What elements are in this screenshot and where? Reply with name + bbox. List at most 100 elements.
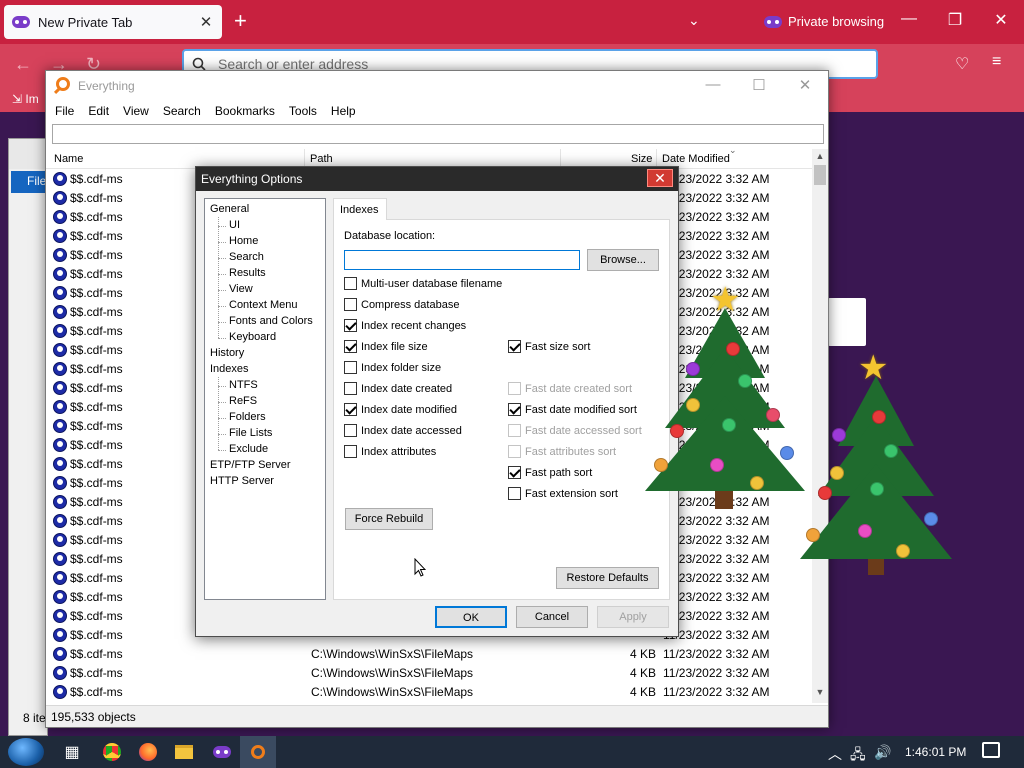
checkbox-fast-date-accessed-sort[interactable]: Fast date accessed sort	[508, 424, 642, 437]
checkbox-fast-date-modified-sort[interactable]: Fast date modified sort	[508, 403, 637, 416]
firefox-private-icon[interactable]	[204, 736, 240, 768]
show-hidden-icons-chevron-icon[interactable]: ︿	[828, 744, 842, 764]
database-location-input[interactable]	[344, 250, 580, 270]
tree-item-history[interactable]: History	[210, 347, 244, 359]
tree-item-http-server[interactable]: HTTP Server	[210, 475, 274, 487]
checkbox-box[interactable]	[344, 361, 357, 374]
column-name[interactable]: Name	[54, 153, 83, 165]
scroll-up-icon[interactable]: ▲	[812, 151, 828, 161]
checkbox-box[interactable]	[508, 382, 521, 395]
checkbox-box[interactable]	[508, 466, 521, 479]
network-icon[interactable]: 🖧	[850, 744, 866, 768]
checkbox-box[interactable]	[508, 424, 521, 437]
tree-item-general[interactable]: General	[210, 203, 249, 215]
close-button[interactable]: ✕	[647, 169, 673, 187]
checkbox-multi-user-database-filename[interactable]: Multi-user database filename	[344, 277, 502, 290]
browse-button[interactable]: Browse...	[587, 249, 659, 271]
scroll-thumb[interactable]	[814, 165, 826, 185]
menu-help[interactable]: Help	[331, 104, 356, 118]
checkbox-fast-extension-sort[interactable]: Fast extension sort	[508, 487, 618, 500]
pocket-icon[interactable]: ♡	[955, 54, 969, 74]
action-center-icon[interactable]	[982, 742, 1000, 758]
column-path[interactable]: Path	[310, 153, 333, 165]
checkbox-index-recent-changes[interactable]: Index recent changes	[344, 319, 466, 332]
firefox-icon[interactable]	[130, 736, 166, 768]
menu-icon[interactable]: ≡	[992, 53, 1001, 71]
checkbox-box[interactable]	[344, 340, 357, 353]
force-rebuild-button[interactable]: Force Rebuild	[345, 508, 433, 530]
checkbox-index-date-created[interactable]: Index date created	[344, 382, 452, 395]
column-size[interactable]: Size	[631, 153, 652, 165]
file-explorer-icon[interactable]	[166, 736, 202, 768]
tree-item-search[interactable]: Search	[229, 251, 264, 263]
import-bookmarks-link[interactable]: ⇲ Im	[12, 92, 39, 106]
tree-item-context-menu[interactable]: Context Menu	[229, 299, 297, 311]
tree-item-fonts-and-colors[interactable]: Fonts and Colors	[229, 315, 313, 327]
tree-item-ui[interactable]: UI	[229, 219, 240, 231]
close-icon[interactable]: ✕	[790, 76, 820, 94]
checkbox-index-file-size[interactable]: Index file size	[344, 340, 428, 353]
minimize-icon[interactable]: —	[698, 76, 728, 93]
menu-tools[interactable]: Tools	[289, 104, 317, 118]
tab-indexes[interactable]: Indexes	[333, 198, 387, 220]
checkbox-fast-path-sort[interactable]: Fast path sort	[508, 466, 592, 479]
tree-item-ntfs[interactable]: NTFS	[229, 379, 258, 391]
new-tab-button[interactable]: +	[234, 8, 247, 34]
menu-bookmarks[interactable]: Bookmarks	[215, 104, 275, 118]
scroll-down-icon[interactable]: ▼	[812, 687, 828, 697]
tree-item-refs[interactable]: ReFS	[229, 395, 257, 407]
minimize-icon[interactable]: —	[894, 10, 924, 28]
tree-item-home[interactable]: Home	[229, 235, 258, 247]
checkbox-index-date-accessed[interactable]: Index date accessed	[344, 424, 462, 437]
checkbox-fast-size-sort[interactable]: Fast size sort	[508, 340, 590, 353]
task-view-icon[interactable]: ▦	[54, 736, 90, 768]
checkbox-box[interactable]	[344, 298, 357, 311]
chrome-icon[interactable]	[94, 736, 130, 768]
tree-item-indexes[interactable]: Indexes	[210, 363, 249, 375]
checkbox-box[interactable]	[344, 319, 357, 332]
windows-start-orb-icon[interactable]	[8, 738, 44, 766]
restore-icon[interactable]: ❐	[940, 10, 970, 30]
checkbox-compress-database[interactable]: Compress database	[344, 298, 459, 311]
tree-item-keyboard[interactable]: Keyboard	[229, 331, 276, 343]
ok-button[interactable]: OK	[435, 606, 507, 628]
tree-item-etp-ftp-server[interactable]: ETP/FTP Server	[210, 459, 290, 471]
checkbox-index-attributes[interactable]: Index attributes	[344, 445, 436, 458]
checkbox-box[interactable]	[344, 424, 357, 437]
maximize-icon[interactable]: ☐	[744, 76, 774, 94]
tree-item-results[interactable]: Results	[229, 267, 266, 279]
checkbox-box[interactable]	[508, 445, 521, 458]
checkbox-index-date-modified[interactable]: Index date modified	[344, 403, 457, 416]
checkbox-fast-date-created-sort[interactable]: Fast date created sort	[508, 382, 632, 395]
tab-list-chevron-icon[interactable]: ⌄	[688, 12, 700, 29]
checkbox-fast-attributes-sort[interactable]: Fast attributes sort	[508, 445, 616, 458]
browser-tab[interactable]: New Private Tab ✕	[4, 5, 222, 39]
checkbox-box[interactable]	[344, 403, 357, 416]
menu-edit[interactable]: Edit	[88, 104, 109, 118]
table-row[interactable]: $$.cdf-ms C:\Windows\WinSxS\FileMaps 4 KB 1…	[46, 682, 812, 701]
menu-view[interactable]: View	[123, 104, 149, 118]
tab-close-icon[interactable]: ✕	[198, 13, 214, 31]
column-date-modified[interactable]: Date Modified	[662, 153, 730, 165]
apply-button[interactable]: Apply	[597, 606, 669, 628]
menu-search[interactable]: Search	[163, 104, 201, 118]
cancel-button[interactable]: Cancel	[516, 606, 588, 628]
table-row[interactable]: $$.cdf-ms C:\Windows\WinSxS\FileMaps 4 KB 1…	[46, 663, 812, 682]
checkbox-box[interactable]	[344, 445, 357, 458]
clock[interactable]: 1:46:01 PM	[905, 745, 966, 759]
checkbox-box[interactable]	[508, 487, 521, 500]
tree-item-file-lists[interactable]: File Lists	[229, 427, 272, 439]
tree-item-folders[interactable]: Folders	[229, 411, 266, 423]
checkbox-box[interactable]	[344, 382, 357, 395]
tree-item-view[interactable]: View	[229, 283, 253, 295]
close-icon[interactable]: ✕	[986, 10, 1016, 30]
checkbox-box[interactable]	[508, 403, 521, 416]
table-row[interactable]: $$.cdf-ms C:\Windows\WinSxS\FileMaps 4 KB 1…	[46, 644, 812, 663]
checkbox-box[interactable]	[344, 277, 357, 290]
checkbox-index-folder-size[interactable]: Index folder size	[344, 361, 441, 374]
everything-search-input[interactable]	[52, 124, 824, 144]
menu-file[interactable]: File	[55, 104, 74, 118]
checkbox-box[interactable]	[508, 340, 521, 353]
volume-icon[interactable]: 🔊	[874, 744, 891, 761]
restore-defaults-button[interactable]: Restore Defaults	[556, 567, 659, 589]
